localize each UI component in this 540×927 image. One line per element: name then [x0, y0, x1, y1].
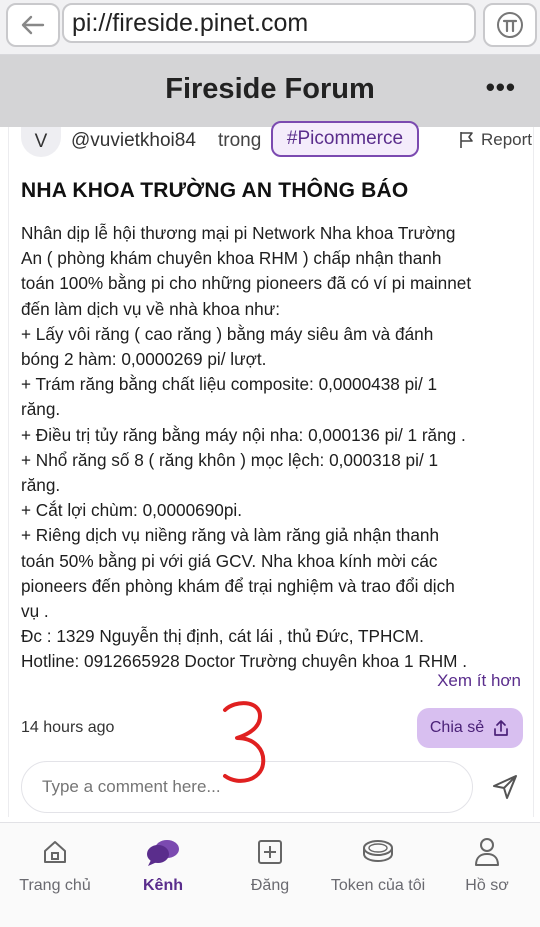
channel-tag-label: #Picommerce — [286, 128, 404, 149]
post-body-line: răng. — [21, 475, 61, 496]
nav-my-tokens-label: Token của tôi — [330, 877, 426, 894]
nav-my-tokens[interactable]: Token của tôi — [322, 835, 434, 895]
post-body-line: + Nhổ răng số 8 ( răng khôn ) mọc lệch: … — [21, 449, 439, 470]
channel-tag[interactable]: #Picommerce — [271, 121, 419, 157]
nav-channels[interactable]: Kênh — [108, 835, 218, 895]
pi-wallet-button[interactable] — [483, 3, 537, 47]
coin-stack-icon — [363, 840, 393, 863]
post-body-line: đến làm dịch vụ về nhà khoa như: — [21, 298, 280, 319]
in-channel-label: trong — [218, 130, 262, 151]
browser-toolbar: pi://fireside.pinet.com — [0, 0, 540, 55]
post-body-line: toán 50% bằng pi với giá GCV. Nha khoa k… — [21, 550, 438, 571]
post-body-line: bóng 2 hàm: 0,0000269 pi/ lượt. — [21, 349, 267, 370]
nav-post[interactable]: Đăng — [215, 835, 325, 895]
post-timestamp: 14 hours ago — [21, 719, 115, 736]
nav-channels-label: Kênh — [143, 877, 183, 894]
page-title: Fireside Forum — [165, 73, 375, 105]
author-username[interactable]: @vuvietkhoi84 — [71, 130, 196, 152]
post-body-line: An ( phòng khám chuyên khoa RHM ) chấp n… — [21, 248, 442, 269]
post-body-line: + Điều trị tủy răng bằng máy nội nha: 0,… — [21, 424, 466, 445]
nav-profile[interactable]: Hồ sơ — [432, 835, 540, 895]
url-field[interactable]: pi://fireside.pinet.com — [62, 3, 476, 43]
flag-icon — [460, 132, 473, 148]
post-body-line: + Lấy vôi răng ( cao răng ) bằng máy siê… — [21, 323, 434, 344]
plus-square-icon — [258, 840, 282, 864]
post-body-line: + Trám răng bằng chất liệu composite: 0,… — [21, 374, 438, 395]
share-button[interactable]: Chia sẻ — [417, 708, 523, 748]
see-less-link[interactable]: Xem ít hơn — [437, 671, 521, 691]
share-label: Chia sẻ — [429, 719, 485, 736]
post-body-line: pioneers đến phòng khám để trại nghiệm v… — [21, 575, 455, 596]
back-button[interactable] — [6, 3, 60, 47]
chat-bubbles-icon — [147, 840, 179, 866]
post-body-line: + Cắt lợi chùm: 0,0000690pi. — [21, 500, 242, 521]
pi-logo-icon — [497, 12, 523, 38]
post-body-line: + Riêng dịch vụ niềng răng và làm răng g… — [21, 525, 440, 546]
more-menu-button[interactable]: ••• — [486, 74, 516, 100]
post-body-line: vụ . — [21, 601, 49, 622]
report-button[interactable]: Report — [459, 130, 532, 150]
report-label: Report — [481, 130, 533, 149]
nav-home[interactable]: Trang chủ — [0, 835, 110, 895]
post-body-line: toán 100% bằng pi cho những pioneers đã … — [21, 273, 472, 294]
send-icon[interactable] — [491, 773, 519, 801]
app-header: Fireside Forum ••• — [0, 55, 540, 127]
post-body-line: răng. — [21, 399, 61, 420]
arrow-left-icon — [21, 15, 45, 35]
post-body-line: Nhân dịp lễ hội thương mại pi Network Nh… — [21, 223, 456, 243]
post-body-line: Đc : 1329 Nguyễn thị định, cát lái , thủ… — [21, 626, 424, 647]
home-icon — [44, 841, 66, 863]
post-body: Nhân dịp lễ hội thương mại pi Network Nh… — [21, 221, 521, 675]
share-icon — [494, 720, 508, 736]
profile-icon — [475, 838, 499, 866]
nav-profile-label: Hồ sơ — [465, 877, 509, 894]
handwritten-annotation: 3 — [223, 701, 266, 783]
avatar[interactable]: V — [21, 127, 61, 157]
nav-home-label: Trang chủ — [19, 877, 91, 894]
nav-post-label: Đăng — [250, 877, 290, 894]
bottom-nav: Trang chủ Kênh Đăng Token của tôi Hồ sơ — [0, 822, 540, 927]
post-title: NHA KHOA TRƯỜNG AN THÔNG BÁO — [21, 179, 409, 202]
post-author-row: V @vuvietkhoi84 trong #Picommerce Report — [21, 121, 532, 159]
url-text: pi://fireside.pinet.com — [72, 8, 309, 37]
